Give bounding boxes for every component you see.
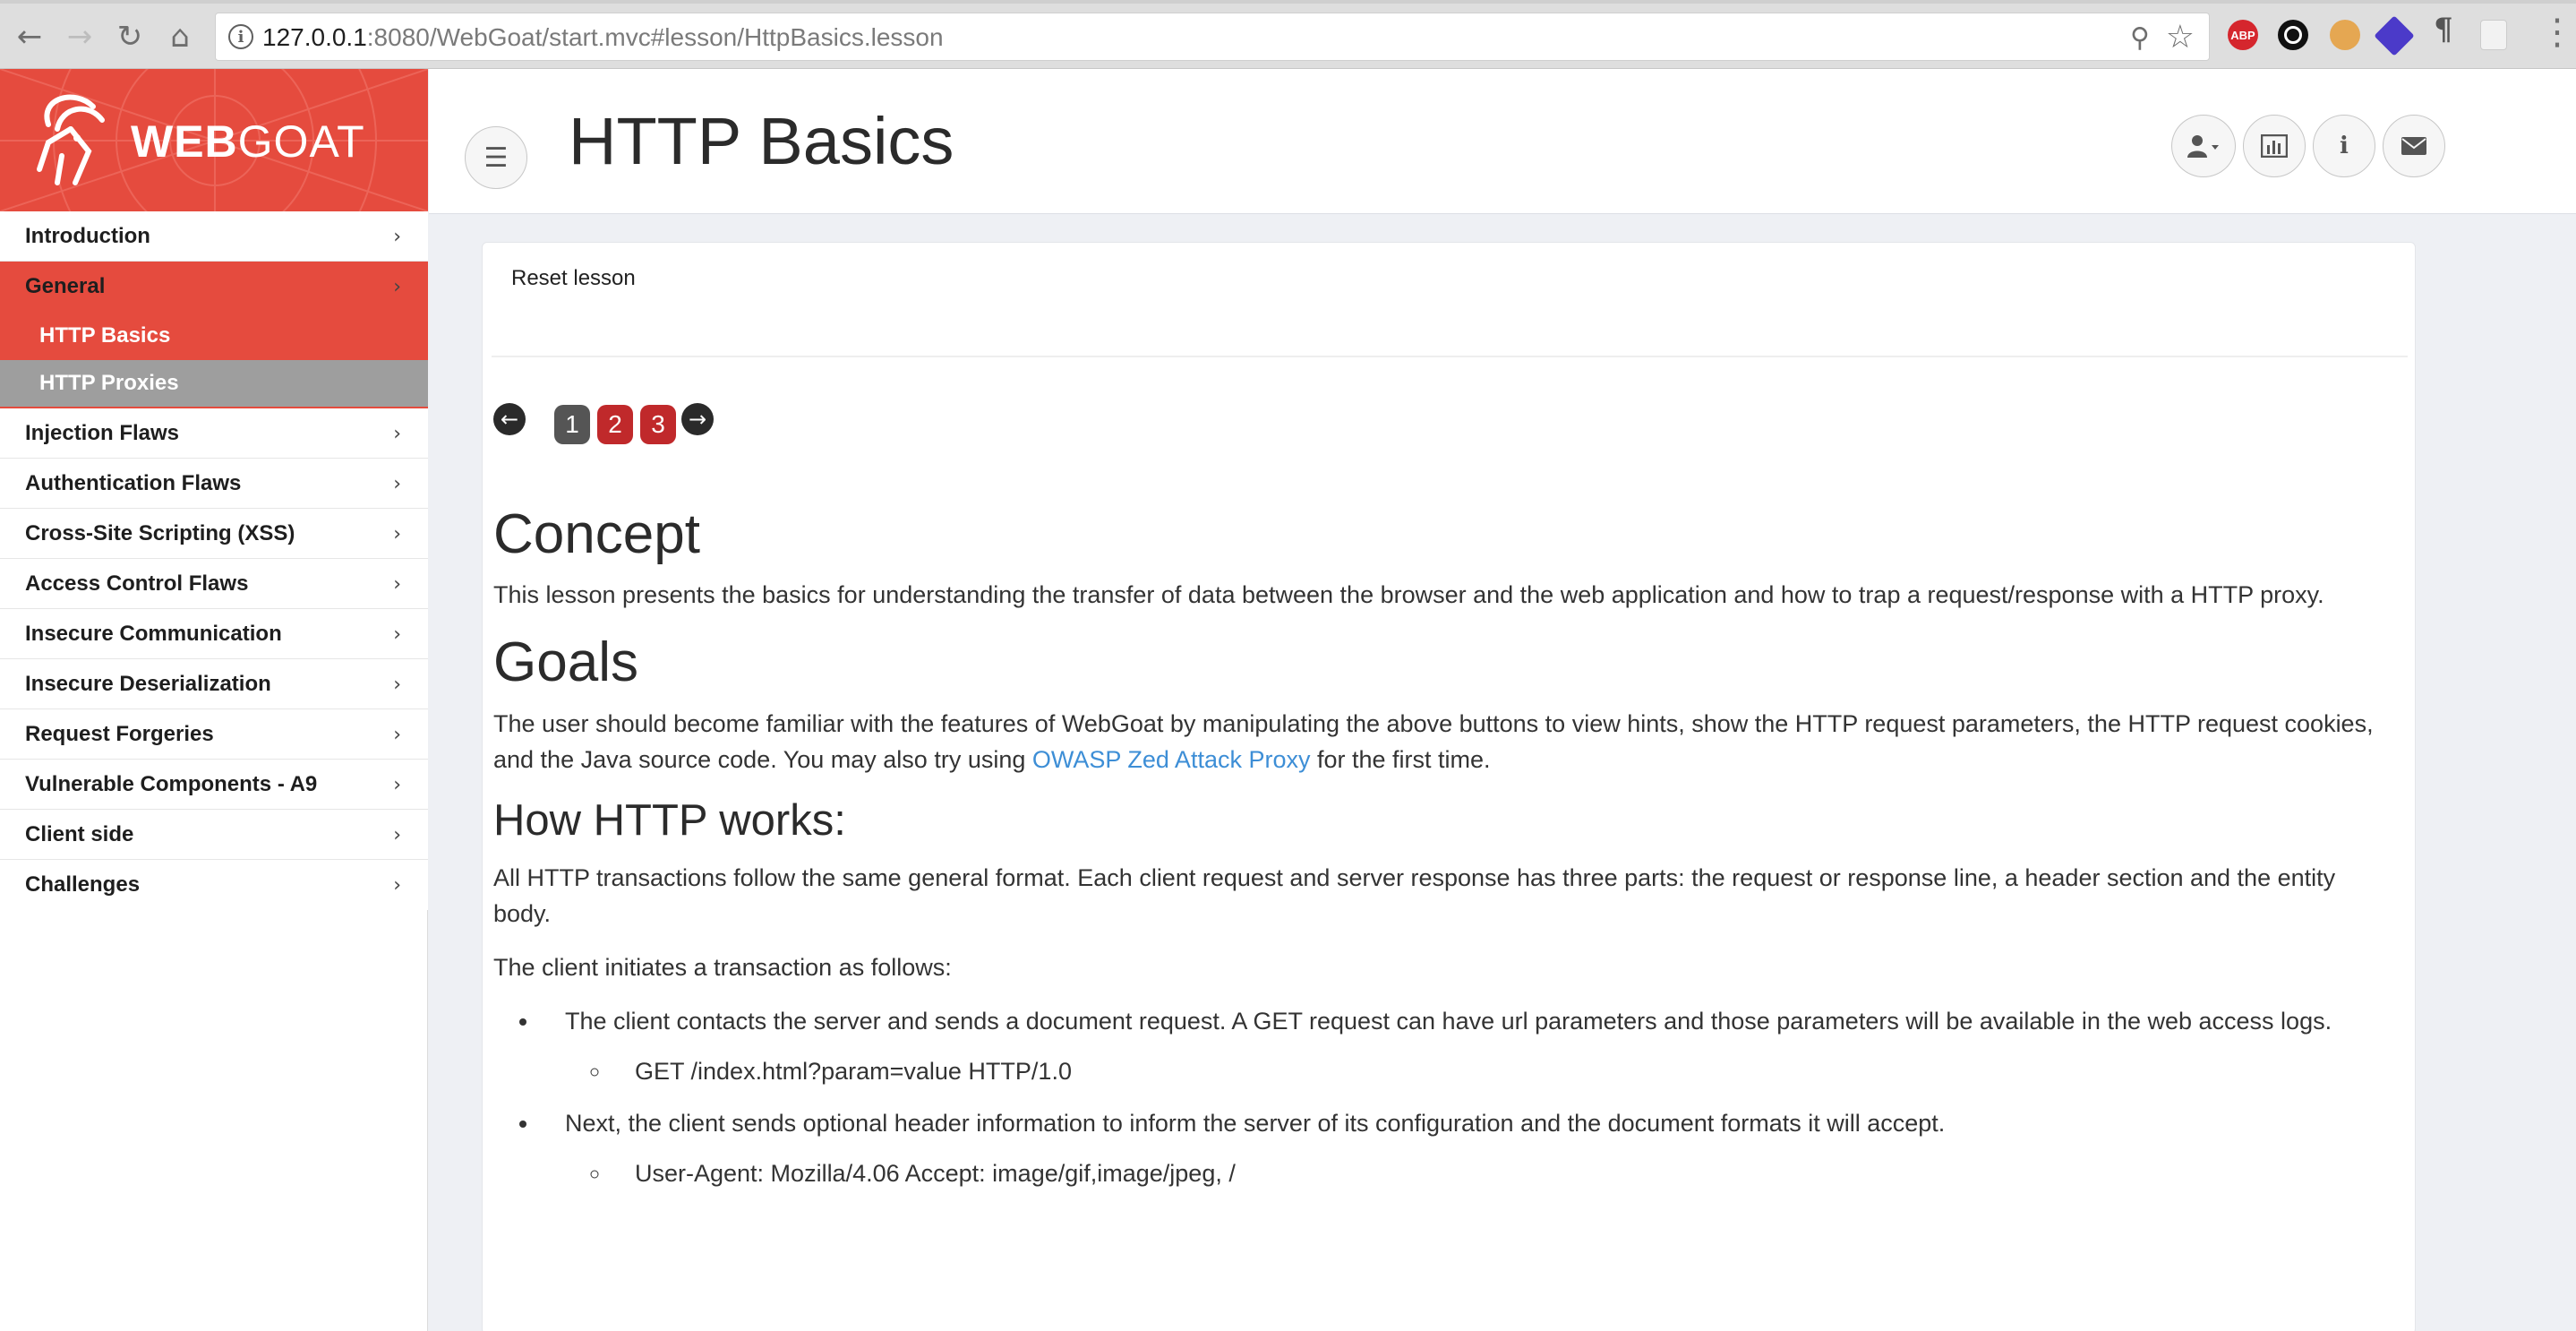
- chevron-right-icon: ›: [393, 573, 401, 596]
- how-http-works-text: All HTTP transactions follow the same ge…: [493, 863, 2336, 927]
- page-header: ☰ HTTP Basics i: [429, 69, 2576, 214]
- sidebar-item-label: Client side: [25, 821, 134, 846]
- page-button-1[interactable]: 1: [554, 405, 590, 444]
- chevron-right-icon: ›: [393, 623, 401, 646]
- sidebar-item-introduction[interactable]: Introduction ›: [0, 211, 428, 262]
- chevron-right-icon: ›: [393, 824, 401, 846]
- sidebar: WEBGOAT Introduction › General › HTTP Ba…: [0, 69, 428, 1331]
- sidebar-item-access-control-flaws[interactable]: Access Control Flaws ›: [0, 559, 428, 609]
- page-title: HTTP Basics: [569, 104, 954, 178]
- chevron-right-icon: ›: [393, 874, 401, 897]
- home-icon[interactable]: ⌂: [159, 16, 201, 57]
- sidebar-item-label: Insecure Deserialization: [25, 671, 271, 696]
- page-button-2[interactable]: 2: [597, 405, 633, 444]
- goals-heading: Goals: [493, 631, 638, 694]
- sidebar-item-injection-flaws[interactable]: Injection Flaws ›: [0, 408, 428, 459]
- arrow-right-icon: →: [688, 407, 707, 432]
- adblock-extension-icon[interactable]: ABP: [2228, 20, 2258, 50]
- envelope-icon: [2401, 137, 2426, 155]
- sidebar-item-vulnerable-components[interactable]: Vulnerable Components - A9 ›: [0, 760, 428, 810]
- chevron-right-icon: ›: [393, 774, 401, 796]
- user-menu-button[interactable]: [2171, 115, 2236, 177]
- previous-page-button[interactable]: ←: [493, 403, 526, 435]
- sidebar-item-insecure-communication[interactable]: Insecure Communication ›: [0, 609, 428, 659]
- sidebar-item-label: Injection Flaws: [25, 420, 180, 445]
- chevron-right-icon: ›: [393, 226, 401, 248]
- back-icon[interactable]: ←: [9, 16, 50, 57]
- lesson-pagination: ← 1 2 3 →: [493, 397, 714, 444]
- sidebar-item-challenges[interactable]: Challenges ›: [0, 860, 428, 910]
- sidebar-item-label: General: [25, 274, 106, 298]
- lesson-menu: Introduction › General › HTTP Basics HTT…: [0, 211, 428, 910]
- reload-icon[interactable]: ↻: [109, 16, 150, 57]
- about-button[interactable]: i: [2313, 115, 2375, 177]
- sidebar-item-request-forgeries[interactable]: Request Forgeries ›: [0, 709, 428, 760]
- sidebar-item-label: Challenges: [25, 872, 141, 897]
- sidebar-item-insecure-deserialization[interactable]: Insecure Deserialization ›: [0, 659, 428, 709]
- sidebar-item-general[interactable]: General ›: [0, 262, 428, 312]
- chevron-right-icon: ›: [393, 276, 401, 298]
- sidebar-item-client-side[interactable]: Client side ›: [0, 810, 428, 860]
- contact-button[interactable]: [2383, 115, 2445, 177]
- browser-menu-icon[interactable]: ⋮: [2539, 14, 2575, 50]
- initiates-text: The client initiates a transaction as fo…: [493, 953, 952, 981]
- sidebar-item-authentication-flaws[interactable]: Authentication Flaws ›: [0, 459, 428, 509]
- chart-icon: [2261, 134, 2288, 158]
- steps-list: The client contacts the server and sends…: [540, 1003, 2374, 1191]
- list-item: The client contacts the server and sends…: [540, 1003, 2374, 1089]
- list-item: User-Agent: Mozilla/4.06 Accept: image/g…: [612, 1155, 2374, 1191]
- sidebar-item-label: Insecure Communication: [25, 621, 282, 646]
- sidebar-item-label: Authentication Flaws: [25, 470, 242, 495]
- lesson-content: Concept This lesson presents the basics …: [493, 494, 2374, 1207]
- goat-logo-icon: [37, 94, 105, 185]
- sidebar-item-label: Cross-Site Scripting (XSS): [25, 520, 295, 545]
- concept-text: This lesson presents the basics for unde…: [493, 581, 2324, 609]
- hamburger-icon: ☰: [484, 142, 509, 174]
- bookmark-star-icon[interactable]: ☆: [2166, 19, 2195, 56]
- sidebar-item-label: Request Forgeries: [25, 721, 214, 746]
- list-item: GET /index.html?param=value HTTP/1.0: [612, 1053, 2374, 1089]
- document-extension-icon[interactable]: [2480, 20, 2507, 50]
- menu-toggle-button[interactable]: ☰: [465, 126, 527, 189]
- sidebar-item-label: Introduction: [25, 223, 150, 248]
- sidebar-item-label: Access Control Flaws: [25, 571, 249, 596]
- brand-header[interactable]: WEBGOAT: [0, 69, 428, 211]
- divider: [492, 356, 2408, 357]
- address-bar[interactable]: i 127.0.0.1:8080/WebGoat/start.mvc#lesso…: [215, 13, 2210, 61]
- sidebar-subitem-http-proxies[interactable]: HTTP Proxies: [0, 360, 428, 408]
- goals-text: The user should become familiar with the…: [493, 709, 2374, 773]
- owasp-zap-link[interactable]: OWASP Zed Attack Proxy: [1032, 746, 1311, 773]
- tab-strip: [0, 0, 2576, 4]
- sidebar-subitem-http-basics[interactable]: HTTP Basics: [0, 312, 428, 360]
- chevron-right-icon: ›: [393, 473, 401, 495]
- next-page-button[interactable]: →: [681, 403, 714, 435]
- key-icon[interactable]: ⚲: [2130, 22, 2150, 54]
- pilcrow-extension-icon[interactable]: ¶: [2428, 12, 2459, 47]
- how-http-works-heading: How HTTP works:: [493, 795, 846, 845]
- concept-heading: Concept: [493, 503, 700, 565]
- list-item: Next, the client sends optional header i…: [540, 1105, 2374, 1191]
- reset-lesson-link[interactable]: Reset lesson: [511, 266, 636, 291]
- forward-icon[interactable]: →: [59, 16, 100, 57]
- ring-extension-icon[interactable]: [2278, 20, 2308, 50]
- cookie-extension-icon[interactable]: [2330, 20, 2360, 50]
- brand-name: WEBGOAT: [131, 116, 365, 167]
- user-icon: [2187, 135, 2219, 158]
- arrow-left-icon: ←: [500, 407, 519, 432]
- site-info-icon[interactable]: i: [228, 24, 253, 49]
- chevron-right-icon: ›: [393, 423, 401, 445]
- report-card-button[interactable]: [2243, 115, 2306, 177]
- info-icon: i: [2340, 133, 2349, 159]
- url-text[interactable]: 127.0.0.1:8080/WebGoat/start.mvc#lesson/…: [262, 23, 944, 52]
- chevron-right-icon: ›: [393, 724, 401, 746]
- sidebar-item-xss[interactable]: Cross-Site Scripting (XSS) ›: [0, 509, 428, 559]
- page-button-3[interactable]: 3: [640, 405, 676, 444]
- browser-toolbar: ← → ↻ ⌂ i 127.0.0.1:8080/WebGoat/start.m…: [0, 0, 2576, 69]
- lesson-card: Reset lesson ← 1 2 3 → Concept This less…: [482, 242, 2416, 1331]
- sidebar-item-label: Vulnerable Components - A9: [25, 771, 318, 796]
- chevron-right-icon: ›: [393, 674, 401, 696]
- diamond-extension-icon[interactable]: [2374, 15, 2415, 56]
- chevron-right-icon: ›: [393, 523, 401, 545]
